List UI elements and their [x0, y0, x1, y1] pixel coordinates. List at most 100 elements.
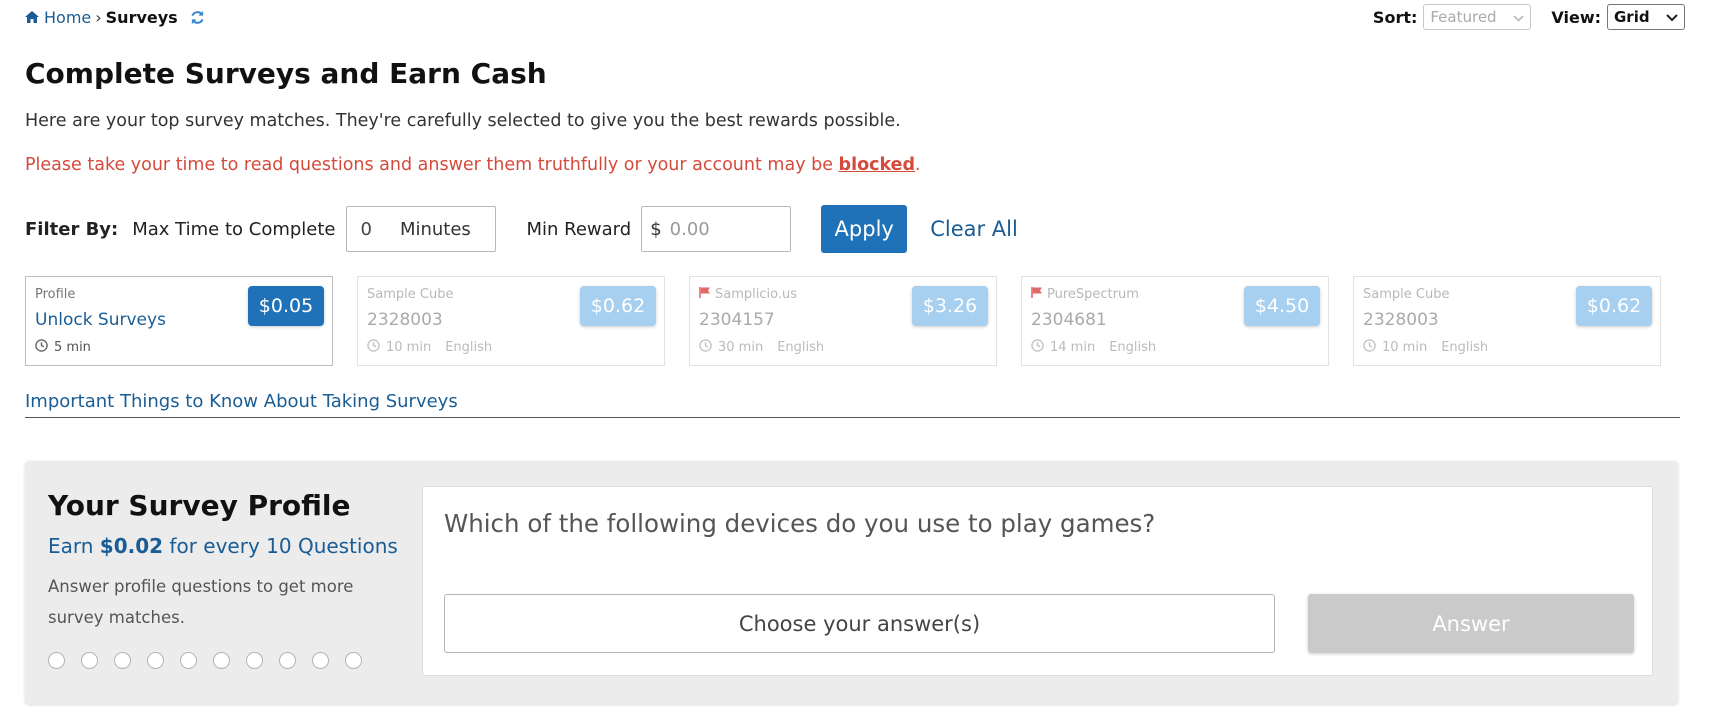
- warning-emphasis: blocked: [838, 155, 916, 175]
- card-provider: Profile: [35, 287, 75, 302]
- clock-icon: [1031, 339, 1044, 356]
- view-value: Grid: [1614, 8, 1650, 26]
- min-reward-input[interactable]: $ 0.00: [641, 206, 792, 252]
- card-provider: Samplicio.us: [699, 287, 797, 302]
- card-title: 2304681: [1031, 310, 1107, 330]
- max-time-input[interactable]: 0 Minutes: [345, 206, 496, 252]
- card-provider: Sample Cube: [1363, 287, 1449, 302]
- card-title: 2328003: [367, 310, 443, 330]
- sort-view-controls: Sort: Featured View: Grid: [1373, 4, 1685, 30]
- card-time: 10 min: [1382, 340, 1428, 355]
- flag-icon: [699, 287, 711, 302]
- answer-select[interactable]: Choose your answer(s): [444, 594, 1275, 653]
- survey-profile-panel: Your Survey Profile Earn $0.02 for every…: [25, 461, 1678, 704]
- clock-icon: [367, 339, 380, 356]
- progress-dot: [180, 652, 197, 669]
- home-icon: [25, 8, 39, 27]
- survey-card[interactable]: PureSpectrum 2304681 14 min English $4.5…: [1021, 276, 1329, 366]
- sort-value: Featured: [1430, 8, 1497, 26]
- earn-prefix: Earn: [48, 534, 100, 558]
- survey-card[interactable]: Sample Cube 2328003 10 min English $0.62: [357, 276, 665, 366]
- view-label: View:: [1551, 7, 1601, 27]
- progress-dot: [81, 652, 98, 669]
- sort-select[interactable]: Featured: [1423, 4, 1532, 30]
- progress-dot: [147, 652, 164, 669]
- card-meta: 5 min: [35, 339, 91, 356]
- warning-end: .: [915, 155, 921, 175]
- card-language: English: [777, 340, 825, 355]
- page-title: Complete Surveys and Earn Cash: [25, 57, 547, 90]
- filter-label: Filter By:: [25, 218, 119, 240]
- chevron-down-icon: [1666, 8, 1678, 26]
- answer-button[interactable]: Answer: [1308, 594, 1634, 653]
- card-provider: Sample Cube: [367, 287, 453, 302]
- card-price: $4.50: [1244, 286, 1320, 326]
- earn-amount: $0.02: [99, 534, 164, 558]
- currency-symbol: $: [650, 218, 662, 240]
- survey-card[interactable]: Sample Cube 2328003 10 min English $0.62: [1353, 276, 1661, 366]
- min-reward-label: Min Reward: [526, 218, 632, 240]
- clock-icon: [1363, 339, 1376, 356]
- progress-dot: [279, 652, 296, 669]
- breadcrumb-home-link[interactable]: Home: [25, 8, 91, 27]
- card-title: 2304157: [699, 310, 775, 330]
- refresh-icon[interactable]: [190, 10, 205, 25]
- profile-earn-text: Earn $0.02 for every 10 Questions: [48, 534, 398, 558]
- breadcrumb-separator: ›: [95, 7, 102, 27]
- apply-button[interactable]: Apply: [821, 205, 908, 253]
- warning-text: Please take your time to read questions …: [25, 155, 921, 175]
- warning-body: Please take your time to read questions …: [25, 155, 839, 175]
- card-title: Unlock Surveys: [35, 310, 166, 330]
- card-provider-label: Samplicio.us: [715, 287, 797, 302]
- card-provider-label: PureSpectrum: [1047, 287, 1139, 302]
- card-price: $0.05: [248, 286, 324, 326]
- card-provider: PureSpectrum: [1031, 287, 1139, 302]
- card-language: English: [1441, 340, 1489, 355]
- survey-card[interactable]: Samplicio.us 2304157 30 min English $3.2…: [689, 276, 997, 366]
- clock-icon: [35, 339, 48, 356]
- card-time: 10 min: [386, 340, 432, 355]
- card-provider-label: Sample Cube: [367, 287, 454, 302]
- progress-dot: [114, 652, 131, 669]
- card-meta: 10 min English: [367, 339, 492, 356]
- card-meta: 14 min English: [1031, 339, 1156, 356]
- progress-dot: [246, 652, 263, 669]
- card-time: 5 min: [54, 340, 91, 355]
- max-time-label: Max Time to Complete: [132, 218, 336, 240]
- profile-description: Answer profile questions to get more sur…: [48, 577, 354, 627]
- clear-all-link[interactable]: Clear All: [930, 217, 1018, 241]
- card-time: 30 min: [718, 340, 764, 355]
- card-provider-label: Profile: [35, 287, 76, 302]
- card-meta: 10 min English: [1363, 339, 1488, 356]
- card-meta: 30 min English: [699, 339, 824, 356]
- flag-icon: [1031, 287, 1043, 302]
- card-time: 14 min: [1050, 340, 1096, 355]
- breadcrumb: Home › Surveys: [25, 4, 205, 30]
- survey-cards: Profile Unlock Surveys 5 min $0.05 Sampl…: [25, 276, 1661, 366]
- view-select[interactable]: Grid: [1607, 4, 1685, 30]
- progress-dot: [48, 652, 65, 669]
- survey-card[interactable]: Profile Unlock Surveys 5 min $0.05: [25, 276, 333, 366]
- progress-dot: [312, 652, 329, 669]
- card-title: 2328003: [1363, 310, 1439, 330]
- progress-dot: [345, 652, 362, 669]
- card-price: $0.62: [1576, 286, 1652, 326]
- min-reward-placeholder: 0.00: [669, 218, 710, 240]
- question-text: Which of the following devices do you us…: [444, 509, 1156, 538]
- card-price: $0.62: [580, 286, 656, 326]
- card-language: English: [1109, 340, 1157, 355]
- max-time-unit: Minutes: [399, 218, 471, 240]
- clock-icon: [699, 339, 712, 356]
- card-provider-label: Sample Cube: [1363, 287, 1450, 302]
- earn-suffix: for every 10 Questions: [163, 534, 398, 558]
- card-price: $3.26: [912, 286, 988, 326]
- breadcrumb-current: Surveys: [105, 7, 178, 27]
- profile-title: Your Survey Profile: [48, 489, 351, 522]
- breadcrumb-home-label: Home: [44, 7, 92, 27]
- important-info-link[interactable]: Important Things to Know About Taking Su…: [25, 391, 458, 412]
- filter-bar: Filter By: Max Time to Complete 0 Minute…: [25, 205, 1018, 253]
- profile-progress: [48, 652, 362, 669]
- progress-dot: [213, 652, 230, 669]
- sort-label: Sort:: [1372, 7, 1418, 27]
- chevron-down-icon: [1513, 8, 1525, 26]
